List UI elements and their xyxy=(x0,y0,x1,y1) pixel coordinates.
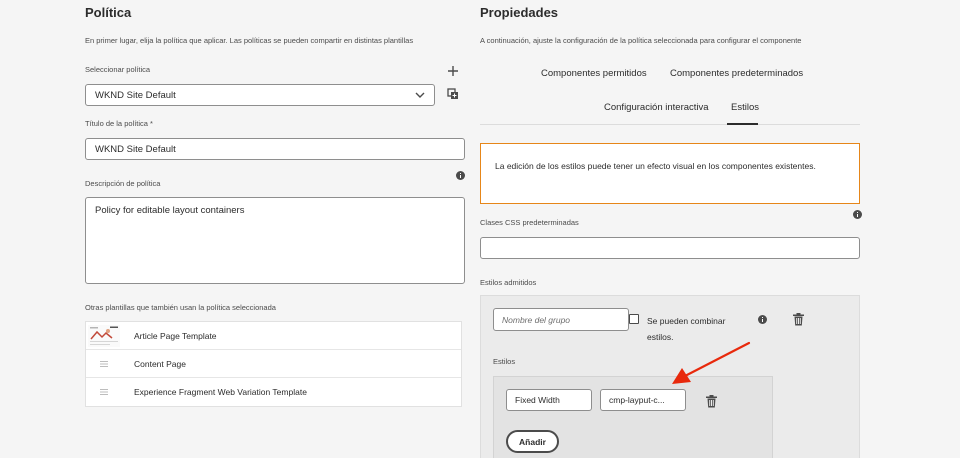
policy-title-value: WKND Site Default xyxy=(95,143,176,155)
combine-styles-checkbox[interactable] xyxy=(629,314,639,324)
add-style-label: Añadir xyxy=(519,436,546,447)
policy-description-value: Policy for editable layout containers xyxy=(95,205,245,216)
css-classes-input[interactable] xyxy=(480,237,860,259)
tab-responsive-settings[interactable]: Configuración interactiva xyxy=(604,102,709,113)
delete-group-icon[interactable] xyxy=(792,312,805,326)
list-item[interactable]: Content Page xyxy=(86,350,461,378)
document-icon xyxy=(88,353,120,375)
properties-title: Propiedades xyxy=(480,5,559,20)
group-name-placeholder: Nombre del grupo xyxy=(502,314,571,325)
delete-style-icon[interactable] xyxy=(705,394,718,408)
tabs-divider xyxy=(480,124,860,125)
policy-description-textarea[interactable]: Policy for editable layout containers xyxy=(85,197,465,284)
properties-description-text: A continuación, ajuste la configuración … xyxy=(480,36,802,45)
document-icon xyxy=(88,381,120,403)
tab-default-components[interactable]: Componentes predeterminados xyxy=(670,68,803,79)
style-css-class-value: cmp-layput-c... xyxy=(609,395,665,405)
group-name-input[interactable]: Nombre del grupo xyxy=(493,308,629,331)
info-icon[interactable] xyxy=(758,315,767,324)
select-policy-dropdown[interactable]: WKND Site Default xyxy=(85,84,435,106)
warning-alert: La edición de los estilos puede tener un… xyxy=(480,143,860,204)
policy-title: Política xyxy=(85,5,132,20)
add-style-button[interactable]: Añadir xyxy=(506,430,559,453)
add-policy-icon[interactable] xyxy=(444,62,462,80)
tab-styles[interactable]: Estilos xyxy=(731,102,759,113)
copy-policy-icon[interactable] xyxy=(445,86,461,102)
template-name: Article Page Template xyxy=(134,330,217,341)
select-policy-label: Seleccionar política xyxy=(85,65,151,74)
style-name-value: Fixed Width xyxy=(515,395,560,405)
selected-tab-indicator xyxy=(727,123,758,125)
list-item[interactable]: Experience Fragment Web Variation Templa… xyxy=(86,378,461,406)
css-classes-label: Clases CSS predeterminadas xyxy=(480,218,579,227)
tab-allowed-components[interactable]: Componentes permitidos xyxy=(541,68,647,79)
policy-description-label: Descripción de política xyxy=(85,179,161,188)
style-css-class-input[interactable]: cmp-layput-c... xyxy=(600,389,686,411)
policy-title-input[interactable]: WKND Site Default xyxy=(85,138,465,160)
style-name-input[interactable]: Fixed Width xyxy=(506,389,592,411)
template-name: Experience Fragment Web Variation Templa… xyxy=(134,387,307,397)
template-thumbnail xyxy=(88,324,120,347)
chevron-down-icon xyxy=(415,90,425,101)
other-templates-label: Otras plantillas que también usan la pol… xyxy=(85,303,276,312)
allowed-styles-label: Estilos admitidos xyxy=(480,278,537,287)
alert-text: La edición de los estilos puede tener un… xyxy=(495,161,816,171)
styles-label: Estilos xyxy=(493,357,516,366)
annotation-arrow xyxy=(672,341,751,384)
templates-list: Article Page Template Content Page Exper… xyxy=(85,321,462,407)
policy-description-text: En primer lugar, elija la política que a… xyxy=(85,36,414,45)
list-item[interactable]: Article Page Template xyxy=(86,322,461,350)
info-icon[interactable] xyxy=(852,209,862,219)
template-name: Content Page xyxy=(134,358,186,369)
policy-title-label: Título de la política * xyxy=(85,119,153,128)
select-policy-value: WKND Site Default xyxy=(95,89,176,101)
info-icon[interactable] xyxy=(455,170,465,180)
